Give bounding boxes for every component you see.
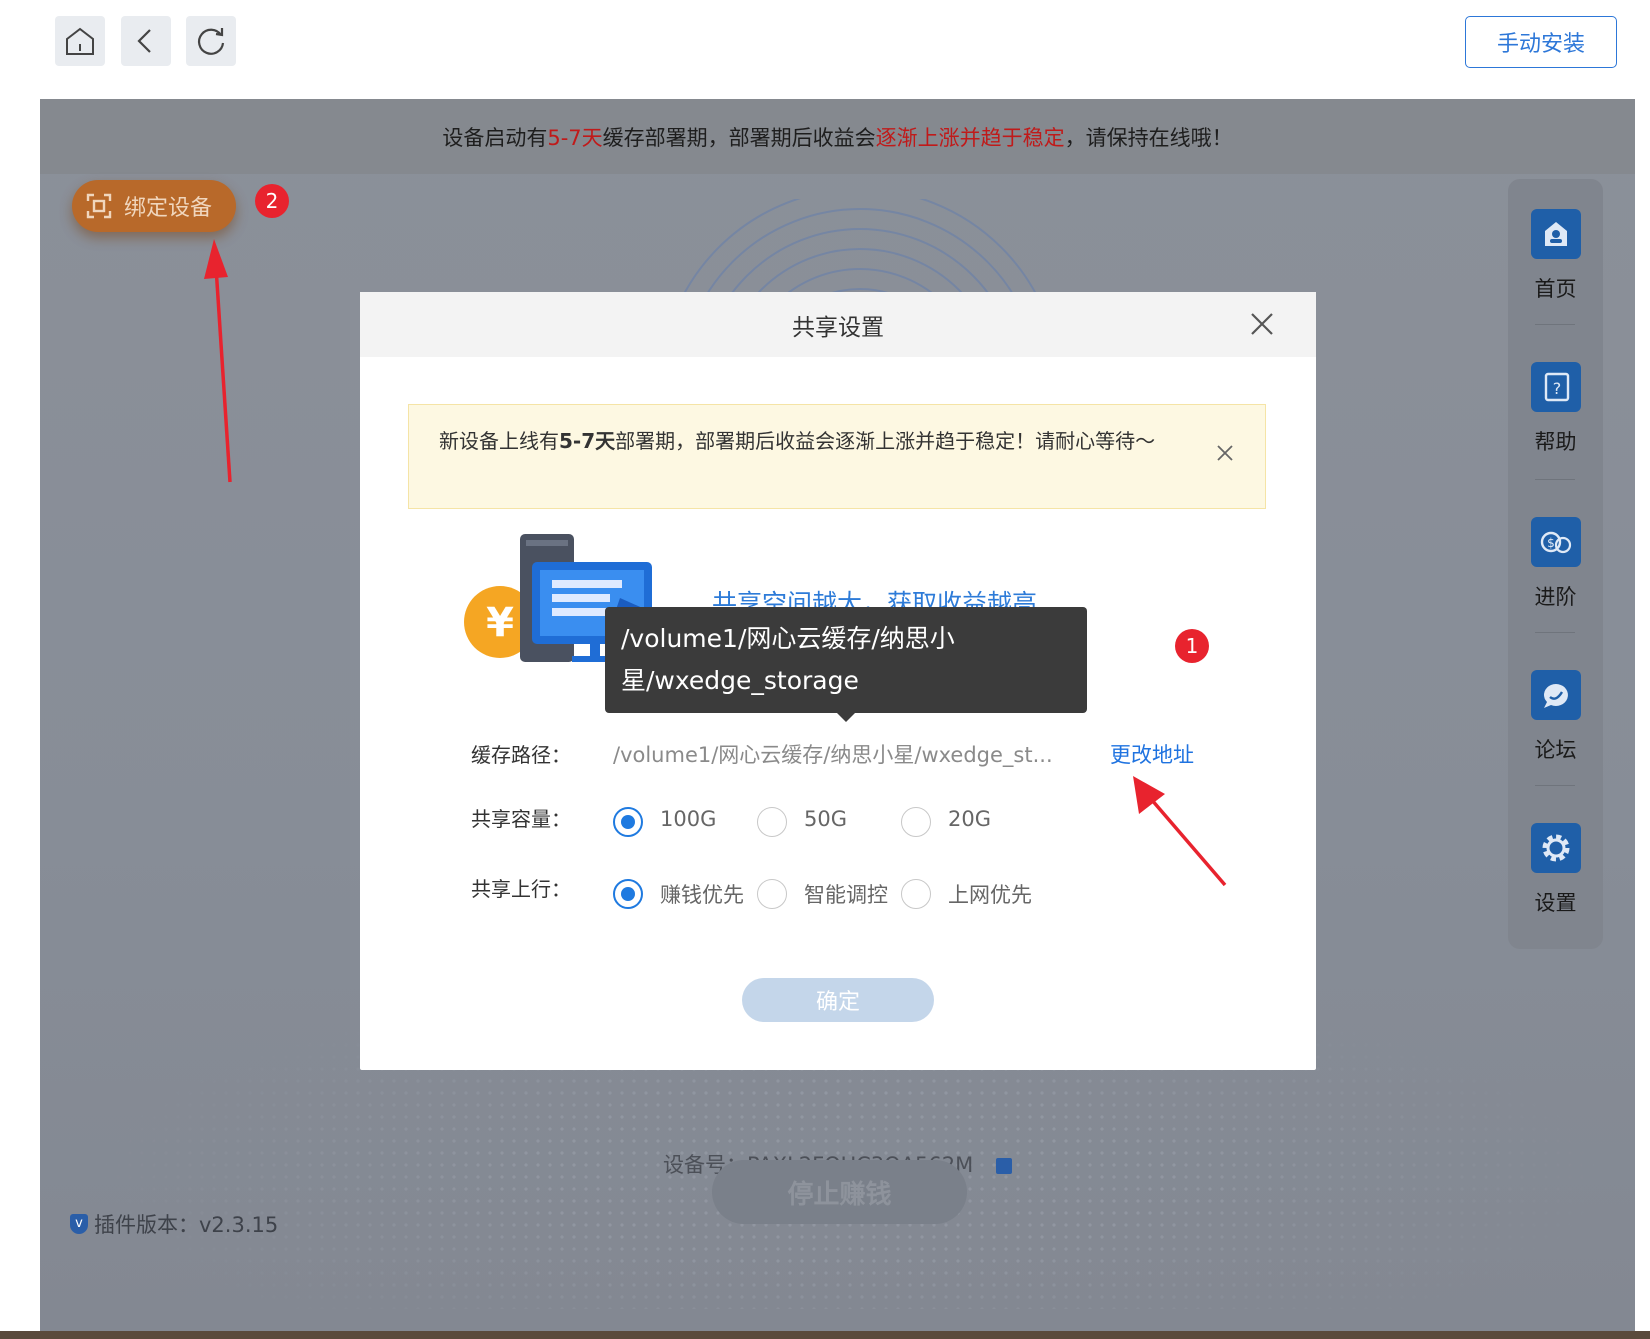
path-tooltip: /volume1/网心云缓存/纳思小 星/wxedge_storage bbox=[605, 607, 1087, 722]
bind-device-button[interactable]: 绑定设备 bbox=[72, 180, 236, 232]
coins-icon: $ bbox=[1530, 517, 1581, 567]
share-upload-label: 共享上行： bbox=[471, 877, 571, 901]
annotation-badge-2: 2 bbox=[255, 184, 289, 218]
refresh-icon bbox=[197, 28, 225, 55]
side-nav-advanced-label: 进阶 bbox=[1534, 585, 1577, 609]
tooltip-line-2: 星/wxedge_storage bbox=[621, 666, 859, 695]
annotation-arrow-1 bbox=[1133, 776, 1227, 887]
home-icon bbox=[66, 27, 94, 55]
upload-internet-first-label[interactable]: 上网优先 bbox=[948, 879, 1032, 909]
confirm-button[interactable]: 确定 bbox=[742, 978, 934, 1022]
svg-text:¥: ¥ bbox=[486, 600, 514, 646]
side-nav-home[interactable]: 首页 bbox=[1508, 209, 1603, 303]
annotation-arrow-2 bbox=[204, 239, 232, 483]
share-capacity-label: 共享容量： bbox=[471, 807, 571, 831]
capacity-100g-radio[interactable] bbox=[613, 807, 643, 837]
side-nav-settings-label: 设置 bbox=[1534, 891, 1577, 915]
capacity-100g-label[interactable]: 100G bbox=[660, 807, 716, 831]
scan-frame-icon bbox=[86, 193, 112, 219]
back-arrow-icon bbox=[137, 29, 151, 53]
bind-device-label: 绑定设备 bbox=[124, 196, 213, 221]
upload-smart-label[interactable]: 智能调控 bbox=[804, 879, 888, 909]
close-icon[interactable] bbox=[1248, 310, 1276, 338]
annotation-badge-1: 1 bbox=[1175, 629, 1209, 663]
home-card-icon bbox=[1530, 209, 1581, 259]
modal-title: 共享设置 bbox=[792, 314, 884, 341]
capacity-20g-radio[interactable] bbox=[901, 807, 931, 837]
modal-header: 共享设置 bbox=[360, 292, 1316, 357]
side-nav-advanced[interactable]: $ 进阶 bbox=[1508, 517, 1603, 611]
upload-smart-radio[interactable] bbox=[757, 879, 787, 909]
stop-earning-button[interactable]: 停止赚钱 bbox=[712, 1160, 967, 1224]
deployment-alert: 新设备上线有5-7天部署期，部署期后收益会逐渐上涨并趋于稳定！请耐心等待～ bbox=[408, 404, 1266, 509]
copy-icon[interactable] bbox=[995, 1158, 1012, 1174]
side-nav-settings[interactable]: 设置 bbox=[1508, 823, 1603, 917]
upload-earn-first-radio[interactable] bbox=[613, 879, 643, 909]
bottom-strip bbox=[0, 1331, 1650, 1339]
upload-earn-first-label[interactable]: 赚钱优先 bbox=[660, 879, 744, 909]
capacity-50g-radio[interactable] bbox=[757, 807, 787, 837]
cache-path-label: 缓存路径： bbox=[471, 743, 571, 767]
svg-text:$: $ bbox=[1547, 536, 1555, 550]
back-button[interactable] bbox=[121, 16, 171, 66]
refresh-button[interactable] bbox=[186, 16, 236, 66]
notice-bar: 设备启动有 5-7天 缓存部署期，部署期后收益会 逐渐上涨并趋于稳定 ，请保持在线哦！ bbox=[40, 99, 1635, 174]
capacity-20g-label[interactable]: 20G bbox=[948, 807, 991, 831]
side-nav-help[interactable]: ? 帮助 bbox=[1508, 362, 1603, 456]
change-path-link[interactable]: 更改地址 bbox=[1110, 739, 1194, 769]
chat-bubble-icon bbox=[1530, 670, 1581, 720]
tooltip-line-1: /volume1/网心云缓存/纳思小 bbox=[621, 624, 955, 653]
home-button[interactable] bbox=[55, 16, 105, 66]
side-nav-home-label: 首页 bbox=[1534, 277, 1577, 301]
manual-install-button[interactable]: 手动安装 bbox=[1465, 16, 1617, 68]
gear-icon bbox=[1530, 823, 1581, 873]
side-nav: 首页 ? 帮助 $ 进阶 论坛 设置 bbox=[1508, 179, 1603, 949]
upload-internet-first-radio[interactable] bbox=[901, 879, 931, 909]
side-nav-help-label: 帮助 bbox=[1534, 430, 1577, 454]
cache-path-value: /volume1/网心云缓存/纳思小星/wxedge_st... bbox=[613, 743, 1053, 767]
shield-v-icon: v bbox=[70, 1214, 88, 1234]
svg-text:?: ? bbox=[1552, 379, 1561, 398]
side-nav-forum[interactable]: 论坛 bbox=[1508, 670, 1603, 764]
alert-close-icon[interactable] bbox=[1215, 443, 1235, 463]
capacity-50g-label[interactable]: 50G bbox=[804, 807, 847, 831]
help-book-icon: ? bbox=[1530, 362, 1581, 412]
plugin-version: v 插件版本：v2.3.15 bbox=[70, 1209, 278, 1239]
side-nav-forum-label: 论坛 bbox=[1534, 738, 1577, 762]
